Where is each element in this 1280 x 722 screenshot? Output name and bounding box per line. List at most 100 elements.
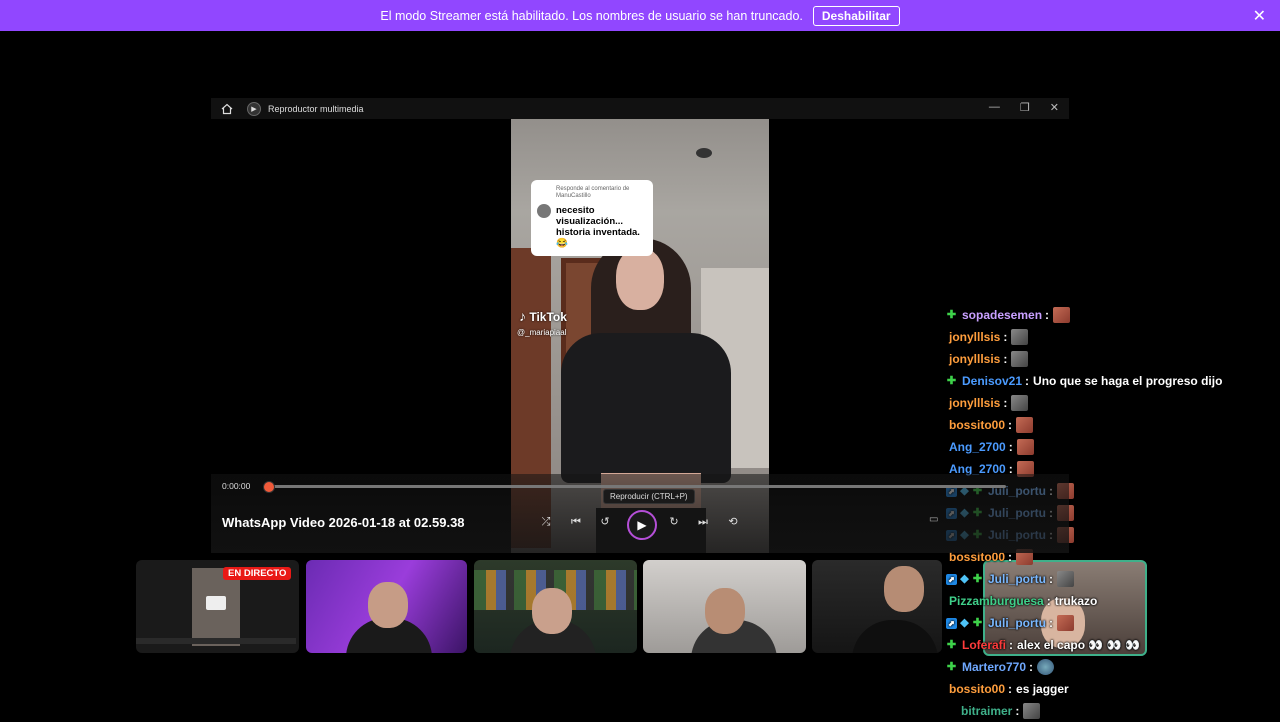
person-body <box>561 333 731 483</box>
chat-separator: : <box>1008 418 1013 432</box>
chat-username[interactable]: Pizzamburguesa <box>949 590 1044 612</box>
chat-message: bitraimer: <box>946 700 1280 722</box>
gem-badge-icon: ◆ <box>960 572 969 585</box>
rewind-10-icon[interactable]: ↺ <box>597 514 613 530</box>
media-player-app-icon: ▶ <box>247 101 261 116</box>
tiktok-label: TikTok <box>529 310 567 324</box>
chat-separator: : <box>1046 594 1051 608</box>
chat-username[interactable]: jonylllsis <box>949 392 1000 414</box>
window-controls: — ❐ ✕ <box>989 101 1059 114</box>
reply-header: Responde al comentario de ManuCastillo <box>556 186 630 199</box>
seek-knob[interactable] <box>263 481 275 493</box>
disable-streamer-mode-button[interactable]: Deshabilitar <box>812 5 900 26</box>
chat-username[interactable]: bossito00 <box>949 414 1005 436</box>
close-window-icon[interactable]: ✕ <box>1050 101 1059 114</box>
chat-message: ✚ Denisov21: Uno que se haga el progreso d… <box>946 370 1280 392</box>
tiktok-logo-icon: ♪ <box>519 308 526 324</box>
preview-controls-bar <box>136 638 296 644</box>
person-face <box>616 248 664 310</box>
chat-username[interactable]: sopadesemen <box>962 304 1042 326</box>
sub-badge-icon: ✚ <box>972 616 983 629</box>
chat-message: Pizzamburguesa: trukazo <box>946 590 1280 612</box>
chat-username[interactable]: Juli_portu <box>988 568 1046 590</box>
reply-text: necesito visualización... historia inven… <box>556 205 640 249</box>
chat-separator: : <box>1045 308 1050 322</box>
chat-emote-icon <box>1057 571 1075 587</box>
repeat-off-icon[interactable]: ⟲ <box>725 514 741 530</box>
monitor-icon <box>206 596 226 610</box>
chat-message: bossito00: es jagger <box>946 678 1280 700</box>
streamer-face <box>368 582 408 628</box>
home-icon[interactable] <box>221 103 233 115</box>
gift-badge-icon: ⬈ <box>946 617 957 629</box>
sub-badge-icon: ✚ <box>972 572 983 585</box>
chat-separator: : <box>1015 704 1020 718</box>
chat-username[interactable]: bossito00 <box>949 678 1005 700</box>
elapsed-time: 0:00:00 <box>222 481 251 491</box>
chat-username[interactable]: Denisov21 <box>962 370 1022 392</box>
chat-separator: : <box>1049 572 1054 586</box>
seek-bar[interactable] <box>263 481 1006 493</box>
chat-message: Ang_2700: <box>946 436 1280 458</box>
tiktok-username: @_mariapiaal <box>517 328 567 337</box>
chat-message: ⬈◆✚ Juli_portu: <box>946 568 1280 590</box>
sub-badge-icon: ✚ <box>946 638 957 651</box>
chat-text: trukazo <box>1054 594 1098 608</box>
chat-emote-icon <box>1016 439 1034 455</box>
streamer-face <box>532 588 572 634</box>
subtitles-icon[interactable]: ▭ <box>929 514 938 525</box>
minimize-icon[interactable]: — <box>989 101 1000 114</box>
chat-emote-icon <box>1037 659 1055 675</box>
forward-30-icon[interactable]: ↻ <box>666 514 682 530</box>
sub-badge-icon: ✚ <box>946 374 957 387</box>
sub-badge-icon: ✚ <box>946 660 957 673</box>
webcam-tile-1[interactable] <box>306 560 467 653</box>
media-player-window: ▶ Reproductor multimedia — ❐ ✕ Responde … <box>211 98 1069 553</box>
video-title: WhatsApp Video 2026-01-18 at 02.59.38 <box>222 515 465 530</box>
webcam-tile-2[interactable] <box>474 560 637 653</box>
chat-message: jonylllsis: <box>946 326 1280 348</box>
chat-separator: : <box>1009 638 1014 652</box>
chat-text: alex el capo 👀 👀 👀 <box>1017 638 1140 652</box>
chat-text: Uno que se haga el progreso dijo <box>1033 374 1223 388</box>
webcam-tile-4[interactable] <box>812 560 942 653</box>
chat-username[interactable]: Juli_portu <box>988 612 1046 634</box>
chat-emote-icon <box>1023 703 1041 719</box>
streamer-mode-banner: El modo Streamer está habilitado. Los no… <box>0 0 1280 31</box>
webcam-tile-3[interactable] <box>643 560 806 653</box>
previous-icon[interactable]: ⏮ <box>568 514 584 530</box>
chat-text: es jagger <box>1016 682 1069 696</box>
chat-username[interactable]: bitraimer <box>961 700 1012 722</box>
shuffle-icon[interactable]: ⤮ <box>538 514 554 530</box>
streamer-mode-message: El modo Streamer está habilitado. Los no… <box>380 8 803 23</box>
close-icon[interactable]: ✕ <box>1253 6 1266 26</box>
chat-separator: : <box>1029 660 1034 674</box>
app-title: Reproductor multimedia <box>268 103 364 114</box>
chat-emote-icon <box>1053 307 1071 323</box>
chat-username[interactable]: Ang_2700 <box>949 436 1006 458</box>
restore-icon[interactable]: ❐ <box>1020 101 1030 114</box>
chat-message: ✚ Loferafi: alex el capo 👀 👀 👀 <box>946 634 1280 656</box>
chat-username[interactable]: jonylllsis <box>949 326 1000 348</box>
streamer-face <box>884 566 924 612</box>
chat-separator: : <box>1003 396 1008 410</box>
chat-message: ✚ sopadesemen: <box>946 304 1280 326</box>
chat-message: bossito00: <box>946 414 1280 436</box>
commenter-avatar <box>537 204 551 218</box>
chat-emote-icon <box>1057 615 1075 631</box>
play-button[interactable]: ▶ <box>627 510 657 540</box>
live-badge: EN DIRECTO <box>223 567 292 580</box>
play-tooltip: Reproducir (CTRL+P) <box>603 489 695 504</box>
chat-username[interactable]: Martero770 <box>962 656 1026 678</box>
player-titlebar: ▶ Reproductor multimedia — ❐ ✕ <box>211 98 1069 119</box>
chat-emote-icon <box>1016 417 1034 433</box>
chat-message: jonylllsis: <box>946 392 1280 414</box>
ceiling-lamp <box>696 148 712 158</box>
next-icon[interactable]: ⏭ <box>695 514 711 530</box>
chat-username[interactable]: jonylllsis <box>949 348 1000 370</box>
stream-preview-tile[interactable]: EN DIRECTO <box>136 560 299 653</box>
comment-reply-bubble: Responde al comentario de ManuCastillo n… <box>531 180 653 256</box>
chat-emote-icon <box>1011 351 1029 367</box>
chat-separator: : <box>1025 374 1030 388</box>
chat-username[interactable]: Loferafi <box>962 634 1006 656</box>
